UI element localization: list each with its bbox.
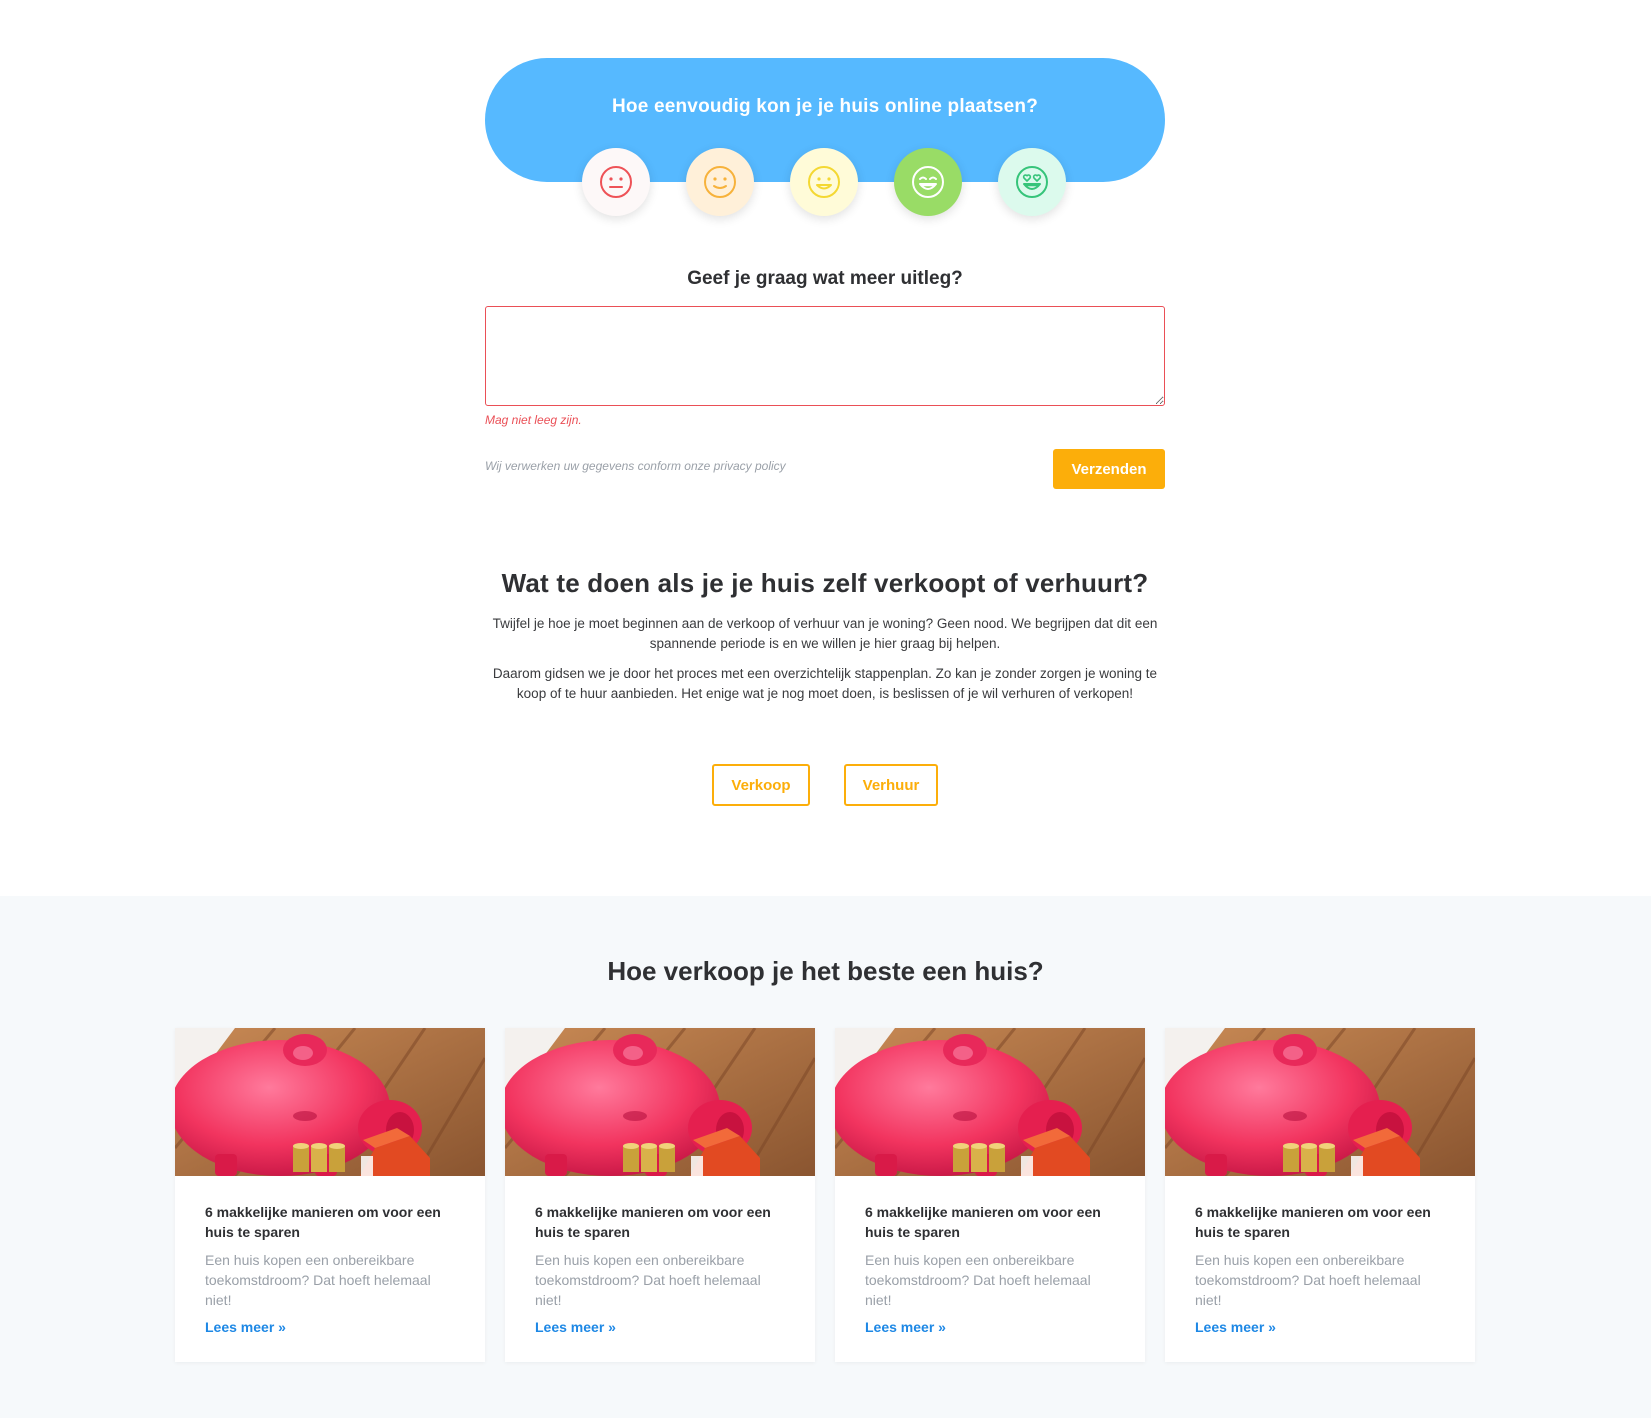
read-more-link[interactable]: Lees meer » — [865, 1319, 946, 1335]
article-excerpt: Een huis kopen een onbereikbare toekomst… — [865, 1252, 1091, 1308]
piggy-bank-image — [1165, 1028, 1475, 1176]
rating-2-button[interactable] — [686, 148, 754, 216]
feedback-textarea[interactable] — [485, 306, 1165, 406]
article-title: 6 makkelijke manieren om voor een huis t… — [865, 1204, 1101, 1240]
page: Hoe eenvoudig kon je je huis online plaa… — [0, 0, 1651, 1418]
piggy-bank-image — [505, 1028, 815, 1176]
rating-5-button[interactable] — [998, 148, 1066, 216]
neutral-face-icon — [600, 166, 632, 198]
article-excerpt: Een huis kopen een onbereikbare toekomst… — [535, 1252, 761, 1308]
rating-4-button[interactable] — [894, 148, 962, 216]
article-excerpt: Een huis kopen een onbereikbare toekomst… — [1195, 1252, 1421, 1308]
privacy-note: Wij verwerken uw gegevens conform onze p… — [485, 459, 786, 473]
heart-eyes-face-icon — [1016, 166, 1048, 198]
article-title: 6 makkelijke manieren om voor een huis t… — [535, 1204, 771, 1240]
read-more-link[interactable]: Lees meer » — [535, 1319, 616, 1335]
read-more-link[interactable]: Lees meer » — [205, 1319, 286, 1335]
info-paragraph-2: Daarom gidsen we je door het proces met … — [492, 666, 1158, 701]
piggy-bank-image — [175, 1028, 485, 1176]
feedback-error: Mag niet leeg zijn. — [485, 413, 582, 427]
grin-face-icon — [912, 166, 944, 198]
sell-button[interactable]: Verkoop — [712, 764, 810, 806]
submit-button[interactable]: Verzenden — [1053, 449, 1165, 489]
article-card[interactable]: 6 makkelijke manieren om voor een huis t… — [1165, 1028, 1475, 1362]
rating-1-button[interactable] — [582, 148, 650, 216]
article-title: 6 makkelijke manieren om voor een huis t… — [1195, 1204, 1431, 1240]
slight-smile-face-icon — [704, 166, 736, 198]
article-excerpt: Een huis kopen een onbereikbare toekomst… — [205, 1252, 431, 1308]
rating-3-button[interactable] — [790, 148, 858, 216]
feedback-title: Geef je graag wat meer uitleg? — [687, 268, 963, 289]
article-card[interactable]: 6 makkelijke manieren om voor een huis t… — [505, 1028, 815, 1362]
rent-button[interactable]: Verhuur — [844, 764, 938, 806]
info-paragraph-1: Twijfel je hoe je moet beginnen aan de v… — [492, 616, 1158, 651]
rating-question: Hoe eenvoudig kon je je huis online plaa… — [611, 96, 1039, 117]
article-card[interactable]: 6 makkelijke manieren om voor een huis t… — [835, 1028, 1145, 1362]
info-title: Wat te doen als je je huis zelf verkoopt… — [501, 568, 1149, 598]
article-title: 6 makkelijke manieren om voor een huis t… — [205, 1204, 441, 1240]
read-more-link[interactable]: Lees meer » — [1195, 1319, 1276, 1335]
piggy-bank-image — [835, 1028, 1145, 1176]
smile-face-icon — [808, 166, 840, 198]
article-card[interactable]: 6 makkelijke manieren om voor een huis t… — [175, 1028, 485, 1362]
articles-title: Hoe verkoop je het beste een huis? — [607, 956, 1044, 986]
